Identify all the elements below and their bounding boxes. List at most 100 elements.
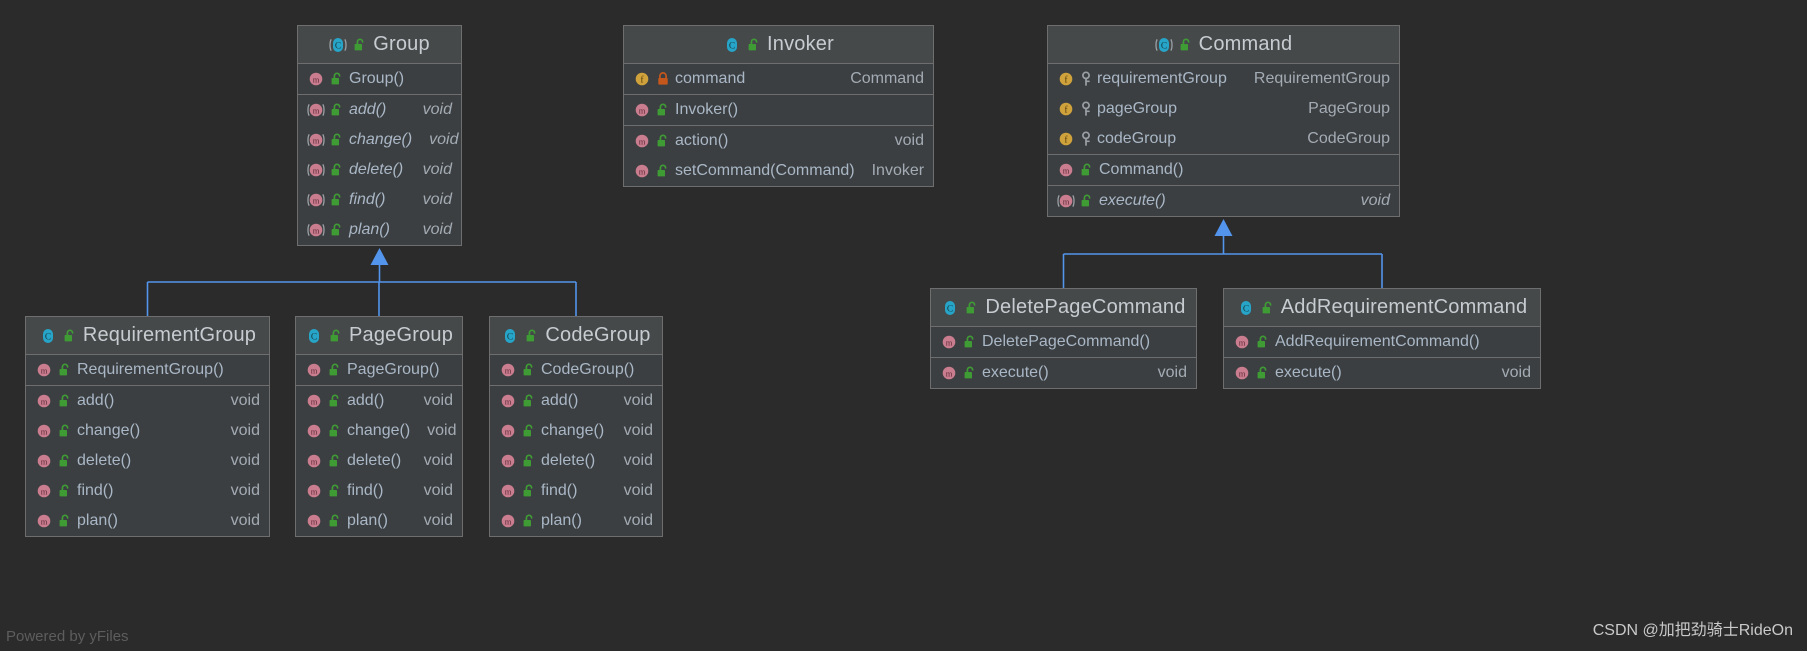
class-name: PageGroup	[348, 324, 454, 346]
member-name: add()	[349, 101, 387, 118]
member-row[interactable]: f codeGroup CodeGroup	[1048, 124, 1399, 154]
public-lock-icon	[1256, 334, 1270, 350]
member-row[interactable]: m add() void	[26, 386, 269, 416]
member-type: void	[423, 392, 453, 409]
public-lock-icon	[330, 192, 344, 208]
member-row[interactable]: m plan() void	[296, 506, 462, 536]
class-section: m add() void m change() void m delete() voi…	[26, 386, 269, 536]
member-row[interactable]: m plan() void	[490, 506, 662, 536]
uml-class-requirementgroup[interactable]: C RequirementGroup m RequirementGroup() …	[25, 316, 270, 537]
member-row[interactable]: m delete() void	[298, 155, 461, 185]
class-icon: C	[501, 327, 519, 345]
abstract-method-icon: m	[1057, 192, 1075, 210]
member-row[interactable]: f command Command	[624, 64, 933, 94]
member-type: Invoker	[871, 162, 925, 179]
member-name: change()	[541, 422, 605, 439]
uml-class-codegroup[interactable]: C CodeGroup m CodeGroup() m add() void m …	[489, 316, 663, 537]
member-row[interactable]: m action() void	[624, 126, 933, 156]
class-header-requirementgroup: C RequirementGroup	[26, 317, 269, 355]
member-row[interactable]: m delete() void	[490, 446, 662, 476]
svg-text:m: m	[505, 396, 512, 406]
method-icon: m	[35, 482, 53, 500]
member-row[interactable]: f pageGroup PageGroup	[1048, 94, 1399, 124]
public-lock-icon	[525, 328, 539, 344]
public-lock-icon	[58, 362, 72, 378]
member-row[interactable]: m find() void	[26, 476, 269, 506]
member-row[interactable]: m Group()	[298, 64, 461, 94]
uml-class-addrequirementcommand[interactable]: C AddRequirementCommand m AddRequirement…	[1223, 288, 1541, 389]
member-row[interactable]: m change() void	[296, 416, 462, 446]
member-row[interactable]: m add() void	[298, 95, 461, 125]
public-lock-icon	[328, 362, 342, 378]
member-row[interactable]: m delete() void	[26, 446, 269, 476]
public-lock-icon	[522, 453, 536, 469]
private-lock-icon	[656, 71, 670, 87]
member-type: Command	[850, 70, 924, 87]
member-name: CodeGroup()	[541, 361, 635, 378]
member-row[interactable]: m CodeGroup()	[490, 355, 662, 385]
member-name: delete()	[541, 452, 596, 469]
class-section: m AddRequirementCommand()	[1224, 327, 1540, 358]
uml-class-group[interactable]: C Group m Group() m add() void m change()…	[297, 25, 462, 246]
member-type: void	[422, 101, 452, 118]
member-row[interactable]: m execute() void	[1224, 358, 1540, 388]
member-row[interactable]: m AddRequirementCommand()	[1224, 327, 1540, 357]
public-lock-icon	[58, 483, 72, 499]
svg-text:m: m	[311, 426, 318, 436]
uml-diagram-canvas: C Group m Group() m add() void m change()…	[0, 0, 1807, 651]
member-type: void	[1360, 192, 1390, 209]
svg-text:C: C	[729, 41, 735, 51]
svg-text:m: m	[313, 225, 320, 235]
uml-class-pagegroup[interactable]: C PageGroup m PageGroup() m add() void m …	[295, 316, 463, 537]
member-row[interactable]: m add() void	[296, 386, 462, 416]
uml-class-invoker[interactable]: C Invoker f command Command m Invoker() m…	[623, 25, 934, 187]
public-lock-icon	[58, 513, 72, 529]
member-row[interactable]: m DeletePageCommand()	[931, 327, 1196, 357]
member-row[interactable]: m find() void	[298, 185, 461, 215]
method-icon: m	[1233, 364, 1251, 382]
member-row[interactable]: m setCommand(Command) Invoker	[624, 156, 933, 186]
member-row[interactable]: m execute() void	[931, 358, 1196, 388]
class-section: m execute() void	[1048, 186, 1399, 216]
member-row[interactable]: m plan() void	[298, 215, 461, 245]
member-row[interactable]: m RequirementGroup()	[26, 355, 269, 385]
member-type: void	[230, 392, 260, 409]
uml-class-deletepagecommand[interactable]: C DeletePageCommand m DeletePageCommand(…	[930, 288, 1197, 389]
svg-text:C: C	[1243, 304, 1249, 314]
public-lock-icon	[656, 163, 670, 179]
member-type: void	[230, 512, 260, 529]
member-row[interactable]: m Command()	[1048, 155, 1399, 185]
abstract-method-icon: m	[307, 101, 325, 119]
method-icon: m	[633, 101, 651, 119]
protected-key-icon	[1080, 101, 1092, 117]
public-lock-icon	[58, 393, 72, 409]
member-name: find()	[349, 191, 386, 208]
public-lock-icon	[522, 362, 536, 378]
member-row[interactable]: m delete() void	[296, 446, 462, 476]
abstract-class-icon: C	[1155, 36, 1173, 54]
svg-text:m: m	[505, 426, 512, 436]
member-row[interactable]: m PageGroup()	[296, 355, 462, 385]
member-row[interactable]: m find() void	[490, 476, 662, 506]
member-row[interactable]: m change() void	[298, 125, 461, 155]
public-lock-icon	[330, 132, 344, 148]
svg-text:m: m	[41, 486, 48, 496]
svg-text:m: m	[41, 396, 48, 406]
svg-text:m: m	[639, 136, 646, 146]
member-type: void	[423, 452, 453, 469]
uml-class-command[interactable]: C Command f requirementGroup RequirementG…	[1047, 25, 1400, 217]
member-row[interactable]: m add() void	[490, 386, 662, 416]
member-row[interactable]: m find() void	[296, 476, 462, 506]
method-icon: m	[305, 482, 323, 500]
member-row[interactable]: m Invoker()	[624, 95, 933, 125]
member-type: PageGroup	[1308, 100, 1390, 117]
member-name: AddRequirementCommand()	[1275, 333, 1480, 350]
member-row[interactable]: f requirementGroup RequirementGroup	[1048, 64, 1399, 94]
member-row[interactable]: m plan() void	[26, 506, 269, 536]
class-name: Group	[373, 33, 430, 55]
member-row[interactable]: m execute() void	[1048, 186, 1399, 216]
method-icon: m	[35, 422, 53, 440]
member-row[interactable]: m change() void	[26, 416, 269, 446]
member-row[interactable]: m change() void	[490, 416, 662, 446]
svg-text:m: m	[639, 105, 646, 115]
